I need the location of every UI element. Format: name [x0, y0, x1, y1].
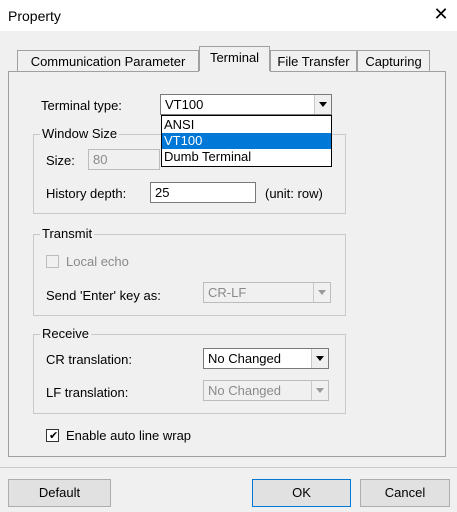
terminal-type-select[interactable]: VT100 [160, 94, 332, 115]
terminal-type-dropdown-button[interactable] [314, 95, 331, 114]
window-title: Property [8, 8, 61, 24]
send-enter-value: CR-LF [208, 285, 247, 300]
lf-translation-dropdown-button[interactable] [311, 381, 328, 400]
option-ansi[interactable]: ANSI [162, 117, 331, 133]
cr-translation-select[interactable]: No Changed [203, 348, 329, 369]
size-label: Size: [46, 153, 75, 168]
cancel-button[interactable]: Cancel [360, 479, 450, 507]
default-button[interactable]: Default [8, 479, 111, 507]
size-input[interactable]: 80 [88, 149, 160, 170]
window-size-group-title: Window Size [40, 126, 120, 141]
lf-translation-value: No Changed [208, 383, 281, 398]
title-bar [0, 0, 457, 31]
send-enter-label: Send 'Enter' key as: [46, 288, 161, 303]
lf-translation-label: LF translation: [46, 385, 129, 400]
checkmark-icon: ✔ [49, 430, 59, 442]
option-vt100[interactable]: VT100 [162, 133, 331, 149]
chevron-down-icon [318, 290, 326, 295]
terminal-type-label: Terminal type: [41, 98, 122, 113]
bottom-separator [0, 467, 457, 468]
size-value: 80 [93, 152, 108, 167]
tab-file-transfer[interactable]: File Transfer [270, 50, 357, 71]
send-enter-select[interactable]: CR-LF [203, 282, 331, 303]
chevron-down-icon [319, 102, 327, 107]
close-icon[interactable]: ✕ [431, 3, 451, 25]
chevron-down-icon [316, 388, 324, 393]
tab-capturing[interactable]: Capturing [357, 50, 430, 71]
tab-line-right [270, 71, 446, 72]
cr-translation-value: No Changed [208, 351, 281, 366]
auto-wrap-checkbox[interactable]: ✔ [46, 429, 59, 442]
terminal-type-value: VT100 [165, 97, 204, 112]
history-unit-label: (unit: row) [265, 186, 323, 201]
receive-group [33, 334, 346, 414]
tab-line-left [8, 71, 199, 72]
tab-terminal[interactable]: Terminal [199, 46, 270, 71]
option-dumb-terminal[interactable]: Dumb Terminal [162, 149, 331, 165]
tab-communication-parameter[interactable]: Communication Parameter [17, 50, 199, 71]
history-depth-value: 25 [155, 185, 170, 200]
send-enter-dropdown-button[interactable] [313, 283, 330, 302]
cr-translation-label: CR translation: [46, 352, 132, 367]
local-echo-checkbox[interactable] [46, 255, 59, 268]
auto-wrap-label: Enable auto line wrap [66, 428, 192, 443]
history-depth-label: History depth: [46, 186, 127, 201]
terminal-type-options-list: ANSI VT100 Dumb Terminal [161, 115, 332, 167]
transmit-group [33, 234, 346, 316]
lf-translation-select[interactable]: No Changed [203, 380, 329, 401]
history-depth-input[interactable]: 25 [150, 182, 256, 203]
ok-button[interactable]: OK [252, 479, 351, 507]
receive-group-title: Receive [40, 326, 91, 341]
local-echo-label: Local echo [66, 254, 129, 269]
transmit-group-title: Transmit [40, 226, 95, 241]
chevron-down-icon [316, 356, 324, 361]
cr-translation-dropdown-button[interactable] [311, 349, 328, 368]
